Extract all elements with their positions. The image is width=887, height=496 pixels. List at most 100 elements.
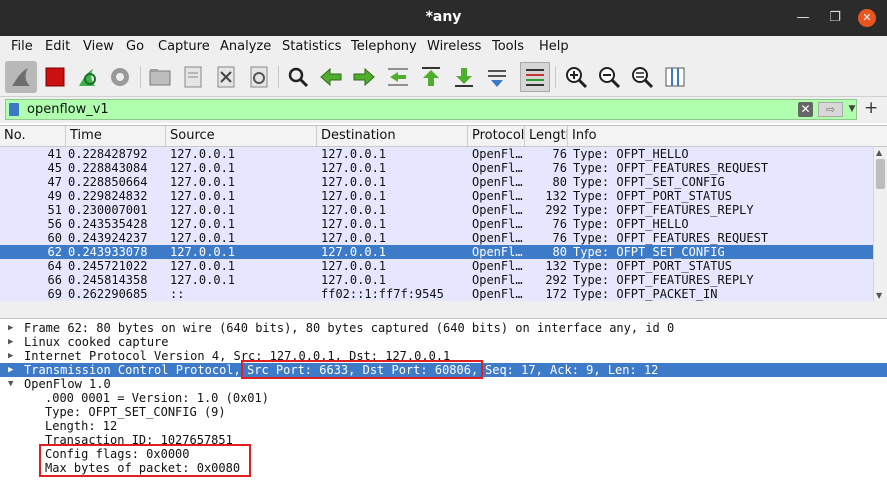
- column-header-length[interactable]: Length: [525, 126, 568, 146]
- toolbar-separator: [278, 66, 279, 88]
- menu-tools[interactable]: Tools: [492, 39, 524, 54]
- packet-cell-len: 172: [545, 287, 567, 301]
- close-button[interactable]: ✕: [858, 9, 876, 27]
- packet-cell-src: 127.0.0.1: [170, 273, 236, 287]
- detail-of-length[interactable]: Length: 12: [0, 419, 887, 433]
- menu-view[interactable]: View: [83, 39, 114, 54]
- packet-cell-proto: OpenFl…: [472, 189, 523, 203]
- close-file-icon[interactable]: [212, 63, 240, 91]
- packet-cell-info: Type: OFPT_FEATURES_REQUEST: [573, 161, 769, 175]
- scroll-down-icon[interactable]: ▼: [876, 291, 882, 300]
- packet-cell-time: 0.228850664: [68, 175, 148, 189]
- expand-arrow-icon[interactable]: ▶: [8, 321, 13, 335]
- menu-capture[interactable]: Capture: [158, 39, 210, 54]
- packet-row[interactable]: 69 0.262290685:: ff02::1:ff7f:9545 OpenFl… 1…: [0, 287, 873, 301]
- column-header-protocol[interactable]: Protocol: [468, 126, 525, 146]
- detail-frame[interactable]: ▶ Frame 62: 80 bytes on wire (640 bits),…: [0, 321, 887, 335]
- packet-cell-no: 51: [47, 203, 62, 217]
- toolbar-separator: [555, 66, 556, 88]
- colorize-icon[interactable]: [520, 62, 550, 92]
- normal-size-icon[interactable]: [628, 63, 656, 91]
- menu-wireless[interactable]: Wireless: [427, 39, 481, 54]
- find-icon[interactable]: [284, 63, 312, 91]
- detail-of-type[interactable]: Type: OFPT_SET_CONFIG (9): [0, 405, 887, 419]
- open-file-icon[interactable]: [146, 63, 174, 91]
- shark-fin-icon[interactable]: [5, 61, 37, 93]
- packet-row[interactable]: 41 0.228428792 127.0.0.1 127.0.0.1 OpenFl… 76…: [0, 147, 873, 161]
- packet-cell-src: 127.0.0.1: [170, 245, 236, 259]
- autoscroll-icon[interactable]: [483, 63, 511, 91]
- go-last-icon[interactable]: [450, 63, 478, 91]
- resize-columns-icon[interactable]: [661, 63, 689, 91]
- column-header-no[interactable]: No.: [0, 126, 66, 146]
- go-to-packet-icon[interactable]: [384, 63, 412, 91]
- menu-help[interactable]: Help: [539, 39, 569, 54]
- menu-bar: File Edit View Go Capture Analyze Statis…: [0, 36, 887, 58]
- zoom-in-icon[interactable]: [562, 63, 590, 91]
- packet-row[interactable]: 62 0.243933078 127.0.0.1 127.0.0.1 OpenFl… 80…: [0, 245, 873, 259]
- packet-cell-no: 41: [47, 147, 62, 161]
- packet-cell-info: Type: OFPT_PORT_STATUS: [573, 259, 732, 273]
- packet-row[interactable]: 45 0.228843084 127.0.0.1 127.0.0.1 OpenFl… 76…: [0, 161, 873, 175]
- minimize-button[interactable]: —: [794, 9, 812, 27]
- expand-arrow-icon[interactable]: ▶: [8, 335, 13, 349]
- packet-cell-dst: 127.0.0.1: [321, 217, 387, 231]
- menu-go[interactable]: Go: [126, 39, 144, 54]
- detail-of-version[interactable]: .000 0001 = Version: 1.0 (0x01): [0, 391, 887, 405]
- menu-file[interactable]: File: [11, 39, 33, 54]
- apply-filter-button[interactable]: ⇨: [818, 102, 843, 117]
- scroll-up-icon[interactable]: ▲: [876, 148, 882, 157]
- expand-arrow-icon[interactable]: ▶: [8, 349, 13, 363]
- packet-cell-src: 127.0.0.1: [170, 231, 236, 245]
- clear-filter-icon[interactable]: ✕: [798, 102, 813, 117]
- filter-history-chevron-down-icon[interactable]: ▼: [846, 102, 858, 117]
- column-header-time[interactable]: Time: [66, 126, 166, 146]
- packet-details: ▶ Frame 62: 80 bytes on wire (640 bits),…: [0, 318, 887, 496]
- packet-cell-no: 64: [47, 259, 62, 273]
- stop-icon[interactable]: [41, 63, 69, 91]
- reload-icon[interactable]: [245, 63, 273, 91]
- go-first-icon[interactable]: [417, 63, 445, 91]
- maximize-button[interactable]: ❐: [826, 9, 844, 27]
- packet-row[interactable]: 60 0.243924237 127.0.0.1 127.0.0.1 OpenFl… 76…: [0, 231, 873, 245]
- go-back-icon[interactable]: [317, 63, 345, 91]
- packet-cell-info: Type: OFPT_HELLO: [573, 147, 689, 161]
- packet-row[interactable]: 51 0.230007001 127.0.0.1 127.0.0.1 OpenFl… 29…: [0, 203, 873, 217]
- menu-analyze[interactable]: Analyze: [220, 39, 271, 54]
- display-filter-input[interactable]: openflow_v1 ✕ ⇨ ▼: [5, 99, 857, 120]
- packet-cell-dst: 127.0.0.1: [321, 259, 387, 273]
- packet-cell-time: 0.243933078: [68, 245, 148, 259]
- packet-cell-info: Type: OFPT_FEATURES_REPLY: [573, 273, 754, 287]
- filter-bookmark-icon[interactable]: [9, 103, 19, 116]
- display-filter-text[interactable]: openflow_v1: [27, 102, 109, 117]
- column-header-destination[interactable]: Destination: [317, 126, 468, 146]
- packet-row[interactable]: 56 0.243535428 127.0.0.1 127.0.0.1 OpenFl… 76…: [0, 217, 873, 231]
- pane-splitter[interactable]: [0, 301, 887, 318]
- packet-row[interactable]: 49 0.229824832 127.0.0.1 127.0.0.1 OpenFl… 13…: [0, 189, 873, 203]
- expand-arrow-icon[interactable]: ▶: [8, 363, 13, 377]
- packet-cell-no: 62: [47, 245, 62, 259]
- menu-telephony[interactable]: Telephony: [351, 39, 417, 54]
- toolbar-separator: [140, 66, 141, 88]
- packet-row[interactable]: 47 0.228850664 127.0.0.1 127.0.0.1 OpenFl… 80…: [0, 175, 873, 189]
- options-gear-icon[interactable]: [106, 63, 134, 91]
- collapse-arrow-icon[interactable]: ▼: [8, 377, 13, 391]
- save-file-icon[interactable]: [179, 63, 207, 91]
- window-title: *any: [425, 9, 462, 25]
- restart-icon[interactable]: [73, 63, 101, 91]
- go-forward-icon[interactable]: [350, 63, 378, 91]
- menu-edit[interactable]: Edit: [45, 39, 70, 54]
- column-header-info[interactable]: Info: [568, 126, 887, 146]
- column-header-source[interactable]: Source: [166, 126, 317, 146]
- packet-list-scrollbar[interactable]: ▲ ▼: [873, 147, 887, 301]
- menu-statistics[interactable]: Statistics: [282, 39, 341, 54]
- packet-row[interactable]: 64 0.245721022 127.0.0.1 127.0.0.1 OpenFl… 13…: [0, 259, 873, 273]
- detail-openflow[interactable]: ▼ OpenFlow 1.0: [0, 377, 887, 391]
- packet-cell-info: Type: OFPT_HELLO: [573, 217, 689, 231]
- packet-row[interactable]: 66 0.245814358 127.0.0.1 127.0.0.1 OpenFl… 29…: [0, 273, 873, 287]
- zoom-out-icon[interactable]: [595, 63, 623, 91]
- packet-cell-info: Type: OFPT_FEATURES_REPLY: [573, 203, 754, 217]
- scrollbar-thumb[interactable]: [876, 159, 885, 189]
- detail-linux-cooked[interactable]: ▶ Linux cooked capture: [0, 335, 887, 349]
- add-filter-button[interactable]: +: [864, 98, 878, 118]
